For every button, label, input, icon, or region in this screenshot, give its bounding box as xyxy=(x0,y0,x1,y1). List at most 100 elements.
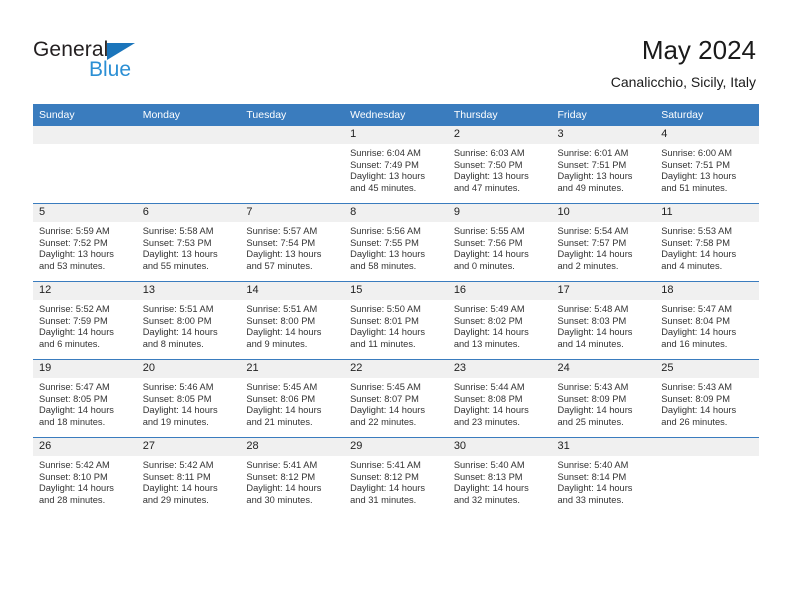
calendar-day-cell[interactable]: 18 Sunrise: 5:47 AM Sunset: 8:04 PM Dayligh… xyxy=(655,281,759,360)
calendar-day-cell[interactable]: 24 Sunrise: 5:43 AM Sunset: 8:09 PM Dayligh… xyxy=(551,359,656,438)
daylight-text-line2: and 26 minutes. xyxy=(661,416,728,427)
daylight-text-line2: and 8 minutes. xyxy=(142,338,204,349)
sunrise-text: Sunrise: 5:46 AM xyxy=(142,382,214,392)
calendar-week-row: 19 Sunrise: 5:47 AM Sunset: 8:05 PM Dayligh… xyxy=(33,359,759,438)
sunset-text: Sunset: 8:05 PM xyxy=(39,393,108,404)
calendar-header-row: Sunday Monday Tuesday Wednesday Thursday Frid… xyxy=(33,104,759,126)
day-details: Sunrise: 5:54 AM Sunset: 7:57 PM Daylight:… xyxy=(552,222,656,272)
daylight-text-line2: and 29 minutes. xyxy=(142,494,209,505)
calendar-day-cell[interactable]: 29 Sunrise: 5:41 AM Sunset: 8:12 PM Dayligh… xyxy=(344,437,448,515)
daylight-text-line2: and 58 minutes. xyxy=(350,260,417,271)
day-number: 1 xyxy=(344,126,448,144)
day-number: 31 xyxy=(551,438,656,456)
calendar-day-cell[interactable]: 31 Sunrise: 5:40 AM Sunset: 8:14 PM Dayligh… xyxy=(551,437,656,515)
daylight-text-line1: Daylight: 14 hours xyxy=(142,483,218,494)
sunrise-text: Sunrise: 5:40 AM xyxy=(557,460,629,470)
sunset-text: Sunset: 8:11 PM xyxy=(142,471,211,482)
calendar-day-cell[interactable]: 10 Sunrise: 5:54 AM Sunset: 7:57 PM Dayligh… xyxy=(551,203,656,282)
calendar-day-cell[interactable]: 19 Sunrise: 5:47 AM Sunset: 8:05 PM Dayligh… xyxy=(33,359,137,438)
day-details: Sunrise: 5:45 AM Sunset: 8:06 PM Daylight:… xyxy=(240,378,344,428)
day-number: 13 xyxy=(136,282,241,300)
day-number: 26 xyxy=(33,438,137,456)
calendar-day-cell[interactable]: 7 Sunrise: 5:57 AM Sunset: 7:54 PM Daylight… xyxy=(240,203,345,282)
sunrise-text: Sunrise: 5:55 AM xyxy=(453,226,525,236)
sunrise-text: Sunrise: 5:41 AM xyxy=(350,460,421,470)
calendar-day-cell[interactable]: 16 Sunrise: 5:49 AM Sunset: 8:02 PM Dayligh… xyxy=(447,281,552,360)
calendar-day-cell[interactable]: 25 Sunrise: 5:43 AM Sunset: 8:09 PM Dayligh… xyxy=(655,359,759,438)
daylight-text-line2: and 19 minutes. xyxy=(142,416,209,427)
calendar-day-cell[interactable]: 26 Sunrise: 5:42 AM Sunset: 8:10 PM Dayligh… xyxy=(33,437,137,515)
sunset-text: Sunset: 7:49 PM xyxy=(350,159,419,170)
calendar-body: 1 Sunrise: 6:04 AM Sunset: 7:49 PM Daylight… xyxy=(33,126,759,515)
day-details: Sunrise: 5:41 AM Sunset: 8:12 PM Daylight:… xyxy=(240,456,344,506)
calendar-day-cell[interactable]: 1 Sunrise: 6:04 AM Sunset: 7:49 PM Daylight… xyxy=(344,126,448,204)
sunset-text: Sunset: 8:00 PM xyxy=(246,315,316,326)
sunrise-text: Sunrise: 5:47 AM xyxy=(39,382,110,392)
calendar-day-cell[interactable]: 17 Sunrise: 5:48 AM Sunset: 8:03 PM Dayligh… xyxy=(551,281,656,360)
sunset-text: Sunset: 8:04 PM xyxy=(661,315,730,326)
day-number: 18 xyxy=(655,282,759,300)
day-details: Sunrise: 5:43 AM Sunset: 8:09 PM Daylight:… xyxy=(552,378,656,428)
calendar-day-cell[interactable]: 21 Sunrise: 5:45 AM Sunset: 8:06 PM Dayligh… xyxy=(240,359,345,438)
sunset-text: Sunset: 7:51 PM xyxy=(557,159,627,170)
calendar-day-cell[interactable]: 14 Sunrise: 5:51 AM Sunset: 8:00 PM Dayligh… xyxy=(240,281,345,360)
sunset-text: Sunset: 8:01 PM xyxy=(350,315,419,326)
day-details: Sunrise: 5:51 AM Sunset: 8:00 PM Daylight:… xyxy=(137,300,241,350)
daylight-text-line2: and 28 minutes. xyxy=(39,494,106,505)
day-number: 9 xyxy=(447,204,552,222)
calendar-day-cell[interactable]: 5 Sunrise: 5:59 AM Sunset: 7:52 PM Daylight… xyxy=(33,203,137,282)
calendar-day-cell[interactable]: 3 Sunrise: 6:01 AM Sunset: 7:51 PM Daylight… xyxy=(551,126,656,204)
calendar-day-cell[interactable]: 28 Sunrise: 5:41 AM Sunset: 8:12 PM Dayligh… xyxy=(240,437,345,515)
daylight-text-line1: Daylight: 13 hours xyxy=(39,249,114,260)
title-block: May 2024 Canalicchio, Sicily, Italy xyxy=(611,34,756,92)
calendar-day-cell[interactable]: 23 Sunrise: 5:44 AM Sunset: 8:08 PM Dayligh… xyxy=(447,359,552,438)
day-details: Sunrise: 5:43 AM Sunset: 8:09 PM Daylight:… xyxy=(655,378,759,428)
day-details: Sunrise: 5:40 AM Sunset: 8:14 PM Daylight:… xyxy=(552,456,656,506)
sunrise-text: Sunrise: 6:04 AM xyxy=(350,148,421,158)
calendar-day-cell[interactable]: 9 Sunrise: 5:55 AM Sunset: 7:56 PM Daylight… xyxy=(447,203,552,282)
sunset-text: Sunset: 7:58 PM xyxy=(661,237,730,248)
sunset-text: Sunset: 8:09 PM xyxy=(557,393,627,404)
calendar-day-cell[interactable]: 15 Sunrise: 5:50 AM Sunset: 8:01 PM Dayligh… xyxy=(344,281,448,360)
calendar-day-cell[interactable]: 11 Sunrise: 5:53 AM Sunset: 7:58 PM Dayligh… xyxy=(655,203,759,282)
daylight-text-line1: Daylight: 13 hours xyxy=(246,249,322,260)
sunrise-text: Sunrise: 5:53 AM xyxy=(661,226,733,236)
day-number: 17 xyxy=(551,282,656,300)
sunset-text: Sunset: 7:53 PM xyxy=(142,237,212,248)
sunset-text: Sunset: 8:09 PM xyxy=(661,393,730,404)
calendar-day-cell[interactable]: 4 Sunrise: 6:00 AM Sunset: 7:51 PM Daylight… xyxy=(655,126,759,204)
sunset-text: Sunset: 7:55 PM xyxy=(350,237,419,248)
calendar-day-cell[interactable]: 8 Sunrise: 5:56 AM Sunset: 7:55 PM Daylight… xyxy=(344,203,448,282)
daylight-text-line2: and 14 minutes. xyxy=(557,338,624,349)
daylight-text-line1: Daylight: 14 hours xyxy=(142,405,218,416)
calendar-grid: Sunday Monday Tuesday Wednesday Thursday Frid… xyxy=(33,104,759,515)
daylight-text-line2: and 49 minutes. xyxy=(557,182,624,193)
daylight-text-line2: and 0 minutes. xyxy=(453,260,515,271)
daylight-text-line1: Daylight: 14 hours xyxy=(246,405,322,416)
calendar-day-cell[interactable]: 27 Sunrise: 5:42 AM Sunset: 8:11 PM Dayligh… xyxy=(136,437,241,515)
sunset-text: Sunset: 8:00 PM xyxy=(142,315,212,326)
calendar-day-cell[interactable]: 12 Sunrise: 5:52 AM Sunset: 7:59 PM Dayligh… xyxy=(33,281,137,360)
sunset-text: Sunset: 7:59 PM xyxy=(39,315,108,326)
daylight-text-line1: Daylight: 13 hours xyxy=(350,171,426,182)
calendar-day-cell[interactable]: 30 Sunrise: 5:40 AM Sunset: 8:13 PM Dayligh… xyxy=(447,437,552,515)
day-details: Sunrise: 6:01 AM Sunset: 7:51 PM Daylight:… xyxy=(552,144,656,194)
calendar-day-cell[interactable]: 20 Sunrise: 5:46 AM Sunset: 8:05 PM Dayligh… xyxy=(136,359,241,438)
day-details: Sunrise: 5:48 AM Sunset: 8:03 PM Daylight:… xyxy=(552,300,656,350)
weekday-header-sunday: Sunday xyxy=(33,104,137,126)
calendar-day-cell[interactable]: 2 Sunrise: 6:03 AM Sunset: 7:50 PM Daylight… xyxy=(447,126,552,204)
daylight-text-line1: Daylight: 14 hours xyxy=(557,405,633,416)
general-blue-logo[interactable]: General Blue xyxy=(33,38,153,84)
calendar-day-cell[interactable]: 6 Sunrise: 5:58 AM Sunset: 7:53 PM Daylight… xyxy=(136,203,241,282)
calendar-day-cell[interactable]: 22 Sunrise: 5:45 AM Sunset: 8:07 PM Dayligh… xyxy=(344,359,448,438)
weekday-header-saturday: Saturday xyxy=(655,104,759,126)
day-number: 22 xyxy=(344,360,448,378)
daylight-text-line1: Daylight: 14 hours xyxy=(557,327,633,338)
daylight-text-line2: and 53 minutes. xyxy=(39,260,106,271)
day-number: 21 xyxy=(240,360,345,378)
sunrise-text: Sunrise: 6:00 AM xyxy=(661,148,733,158)
daylight-text-line1: Daylight: 14 hours xyxy=(661,249,737,260)
sunset-text: Sunset: 7:50 PM xyxy=(453,159,523,170)
daylight-text-line1: Daylight: 14 hours xyxy=(661,327,737,338)
calendar-day-cell[interactable]: 13 Sunrise: 5:51 AM Sunset: 8:00 PM Dayligh… xyxy=(136,281,241,360)
